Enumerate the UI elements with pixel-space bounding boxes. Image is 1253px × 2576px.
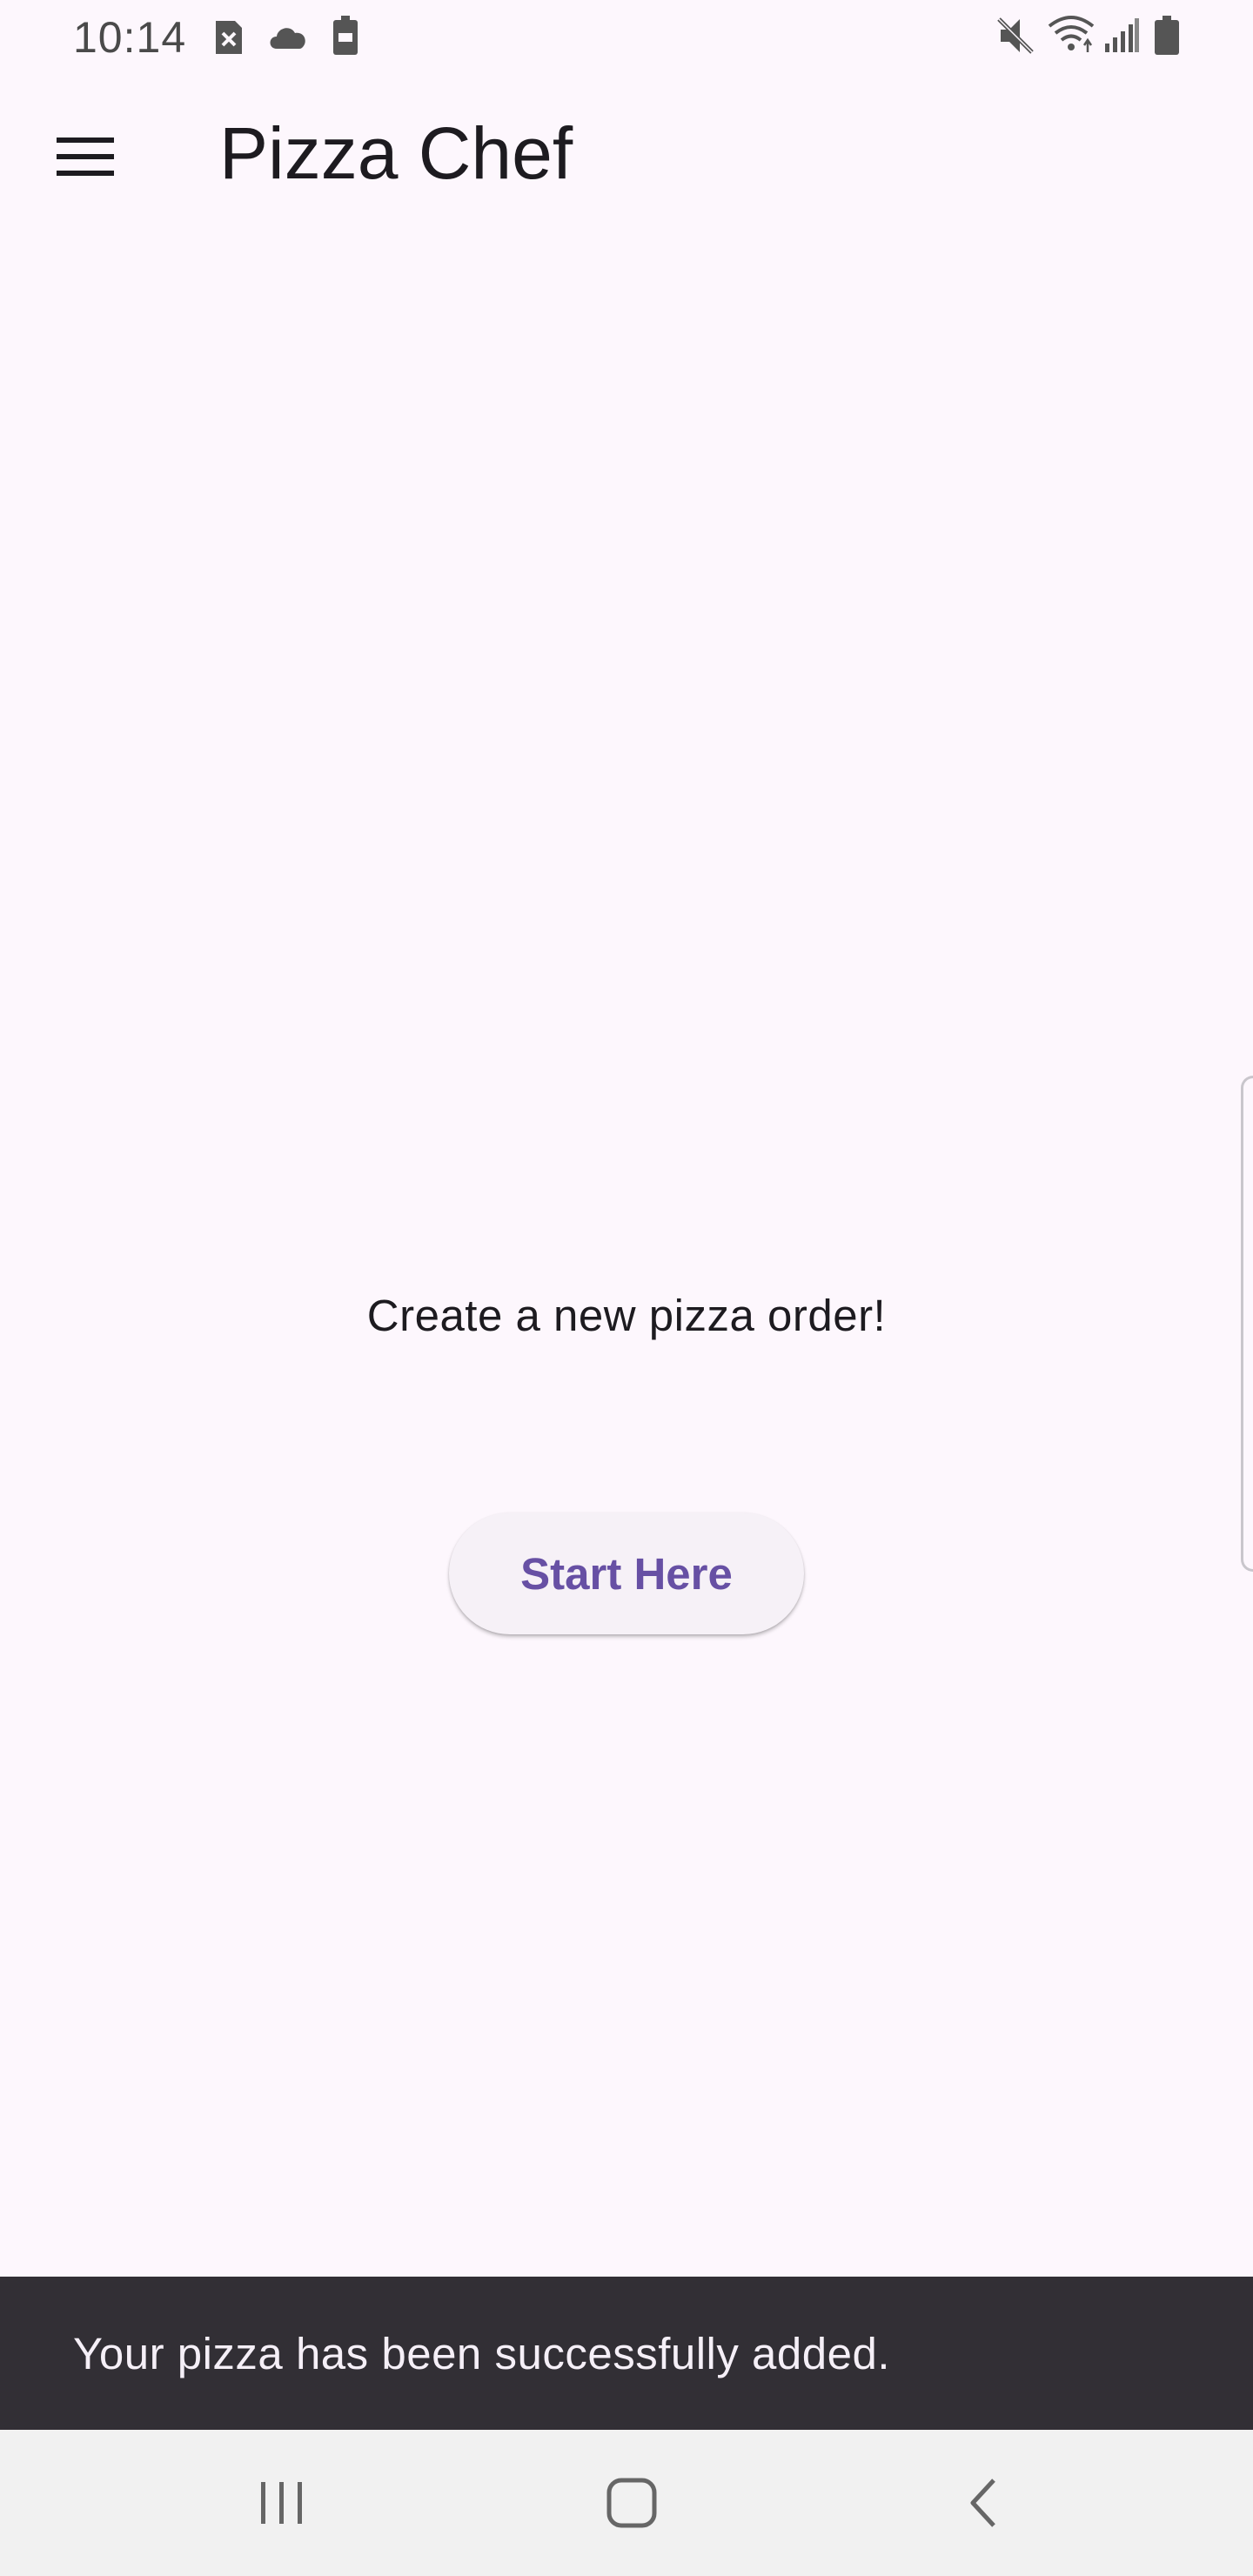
cloud-icon bbox=[270, 28, 305, 49]
edge-panel-handle[interactable] bbox=[1241, 1076, 1253, 1572]
start-here-button[interactable]: Start Here bbox=[449, 1513, 804, 1634]
status-time: 10:14 bbox=[73, 13, 187, 62]
mute-icon bbox=[997, 17, 1034, 54]
snackbar-message: Your pizza has been successfully added. bbox=[73, 2328, 891, 2378]
back-icon bbox=[970, 2479, 995, 2527]
status-bar: 10:14 bbox=[0, 0, 1253, 75]
battery-saver-icon bbox=[333, 16, 358, 55]
snackbar: Your pizza has been successfully added. bbox=[0, 2277, 1253, 2430]
battery-icon bbox=[1155, 16, 1179, 55]
home-button[interactable] bbox=[580, 2459, 684, 2546]
sim-error-icon bbox=[216, 21, 242, 54]
app-bar: Pizza Chef bbox=[0, 75, 1253, 244]
menu-button[interactable] bbox=[35, 106, 136, 207]
back-button[interactable] bbox=[931, 2459, 1035, 2546]
menu-icon bbox=[57, 138, 114, 176]
home-icon bbox=[606, 2478, 657, 2528]
recents-button[interactable] bbox=[230, 2459, 334, 2546]
recents-icon bbox=[261, 2482, 302, 2524]
create-order-prompt: Create a new pizza order! bbox=[366, 1291, 887, 1340]
wifi-icon bbox=[1048, 16, 1095, 52]
navigation-bar bbox=[0, 2430, 1253, 2576]
signal-icon bbox=[1105, 18, 1139, 52]
page-title: Pizza Chef bbox=[219, 112, 573, 194]
